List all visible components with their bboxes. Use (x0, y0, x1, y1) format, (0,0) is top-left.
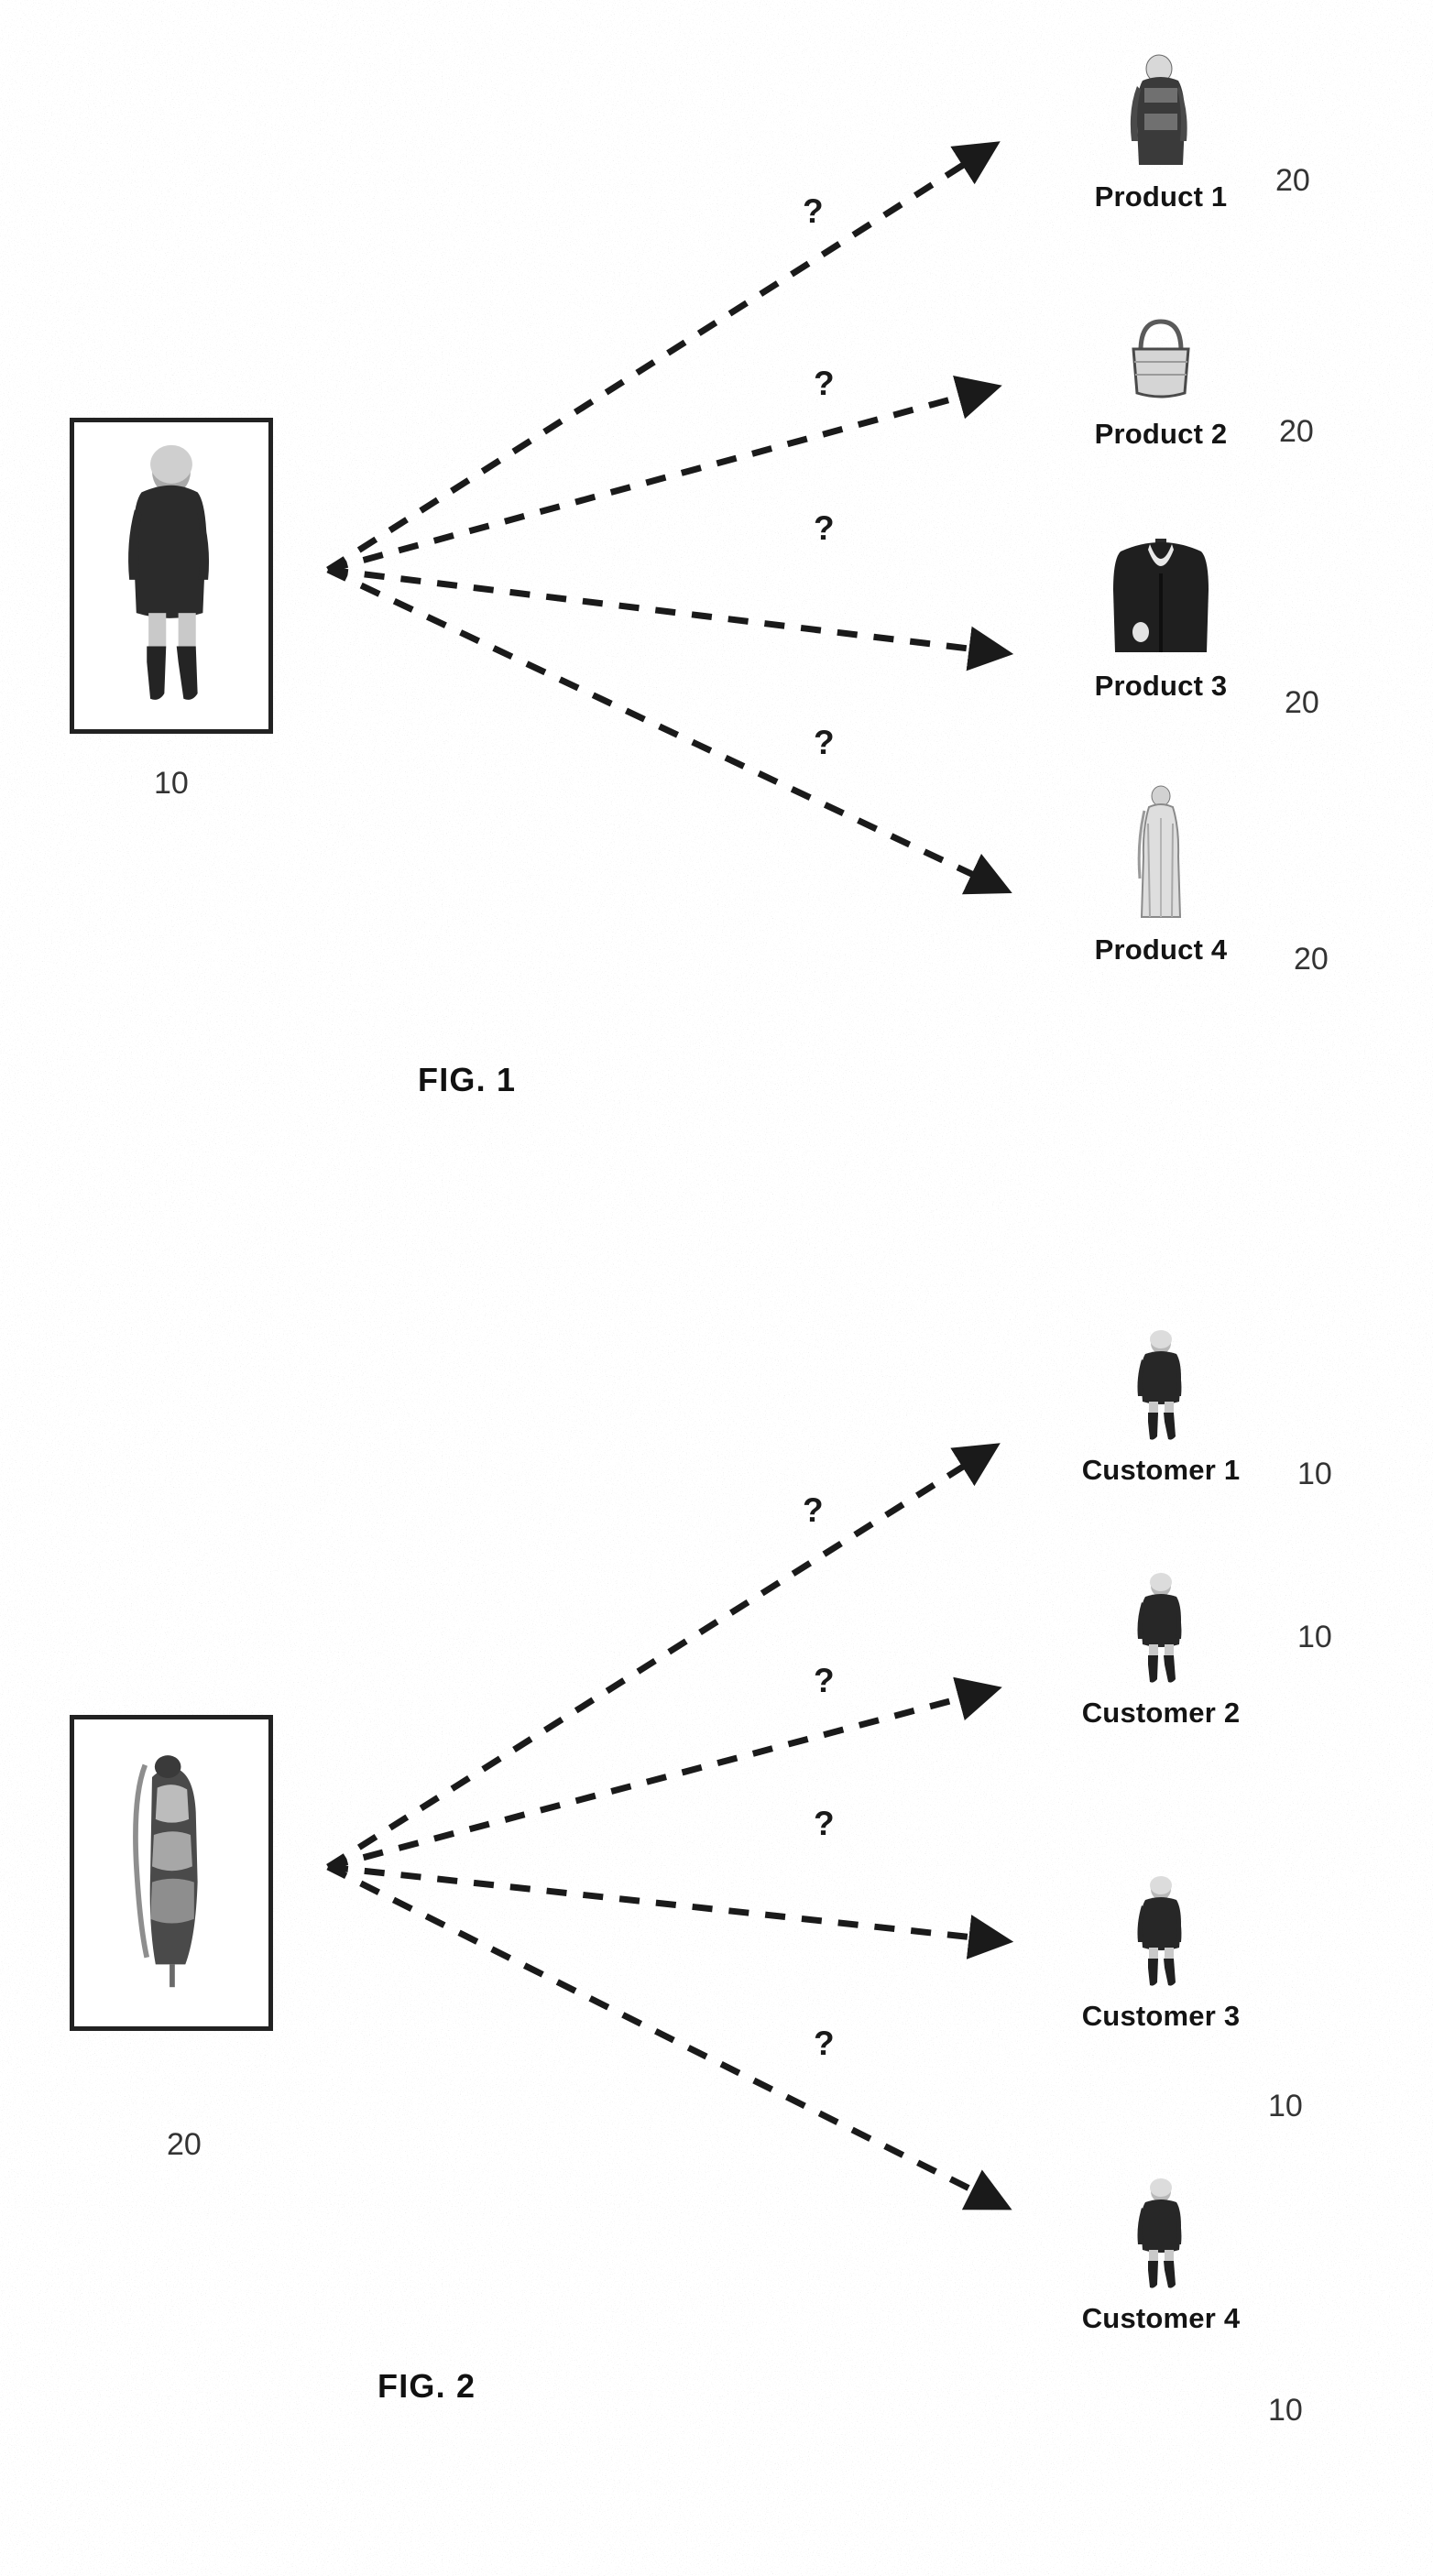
question-mark-2: ? (814, 1662, 835, 1699)
target-item-product-2[interactable]: Product 2 (1056, 316, 1266, 451)
connector-to-product-3 (327, 566, 1014, 671)
target-reference-number-product-2: 20 (1279, 414, 1314, 449)
target-item-product-3[interactable]: Product 3 (1056, 531, 1266, 703)
target-caption: Product 2 (1094, 418, 1228, 450)
target-reference-number-customer-3: 10 (1268, 2089, 1303, 2123)
target-item-customer-2[interactable]: Customer 2 (1056, 1571, 1266, 1730)
question-mark-4: ? (814, 724, 835, 761)
woman-in-dark-coat-and-boots-icon (1056, 2177, 1266, 2298)
connector-to-product-1 (326, 141, 1001, 573)
question-mark-1: ? (803, 192, 824, 230)
woman-in-dark-coat-and-boots-icon (1056, 1571, 1266, 1693)
target-caption: Customer 4 (1081, 2302, 1241, 2334)
target-item-product-1[interactable]: Product 1 (1056, 53, 1266, 213)
target-reference-number-customer-2: 10 (1297, 1620, 1332, 1654)
figure-2-caption: FIG. 2 (377, 2367, 476, 2405)
dark-blazer-jacket-icon (1056, 531, 1266, 666)
woman-in-dark-coat-and-boots-icon (1056, 1328, 1266, 1450)
target-caption: Product 1 (1094, 180, 1228, 213)
question-mark-1: ? (803, 1491, 824, 1529)
target-reference-number-product-1: 20 (1275, 163, 1310, 198)
question-mark-3: ? (814, 1805, 835, 1842)
source-image-frame-product[interactable] (70, 1715, 273, 2031)
target-caption: Customer 3 (1081, 2000, 1241, 2032)
dress-on-mannequin-icon (133, 1755, 198, 1988)
target-reference-number-customer-1: 10 (1297, 1457, 1332, 1491)
woman-in-patterned-outfit-icon (1056, 53, 1266, 177)
connector-to-customer-3 (327, 1863, 1014, 1959)
target-reference-number-customer-4: 10 (1268, 2393, 1303, 2428)
figure-1: 10 ? ? ? ? Product 1 20 Product 2 20 Pro… (0, 0, 1433, 1182)
question-mark-4: ? (814, 2025, 835, 2062)
target-item-customer-4[interactable]: Customer 4 (1056, 2177, 1266, 2335)
connector-to-product-4 (326, 566, 1012, 895)
target-item-product-4[interactable]: Product 4 (1056, 783, 1266, 966)
connector-to-customer-1 (326, 1443, 1001, 1870)
target-caption: Product 4 (1094, 933, 1228, 966)
question-mark-2: ? (814, 365, 835, 402)
handbag-icon (1056, 316, 1266, 414)
connector-to-customer-4 (326, 1863, 1012, 2210)
figure-1-caption: FIG. 1 (418, 1061, 517, 1098)
long-light-gown-icon (1056, 783, 1266, 930)
target-item-customer-3[interactable]: Customer 3 (1056, 1874, 1266, 2033)
source-reference-number-fig1: 10 (154, 766, 189, 801)
target-caption: Customer 1 (1081, 1454, 1241, 1486)
target-item-customer-1[interactable]: Customer 1 (1056, 1328, 1266, 1487)
drawing-sheet: 10 ? ? ? ? Product 1 20 Product 2 20 Pro… (0, 0, 1433, 2576)
connector-to-product-2 (327, 375, 1002, 573)
woman-in-dark-coat-and-boots-icon (128, 444, 210, 700)
target-caption: Product 3 (1094, 670, 1228, 702)
woman-in-dark-coat-and-boots-icon (1056, 1874, 1266, 1996)
question-mark-3: ? (814, 509, 835, 547)
connector-to-customer-2 (327, 1676, 1002, 1871)
figure-2: 20 ? ? ? ? Customer 1 10 Customer 2 10 C… (0, 1182, 1433, 2576)
source-image-frame-customer[interactable] (70, 418, 273, 734)
target-caption: Customer 2 (1081, 1697, 1241, 1729)
target-reference-number-product-3: 20 (1285, 685, 1319, 720)
target-reference-number-product-4: 20 (1294, 942, 1329, 977)
source-reference-number-fig2: 20 (167, 2127, 202, 2162)
